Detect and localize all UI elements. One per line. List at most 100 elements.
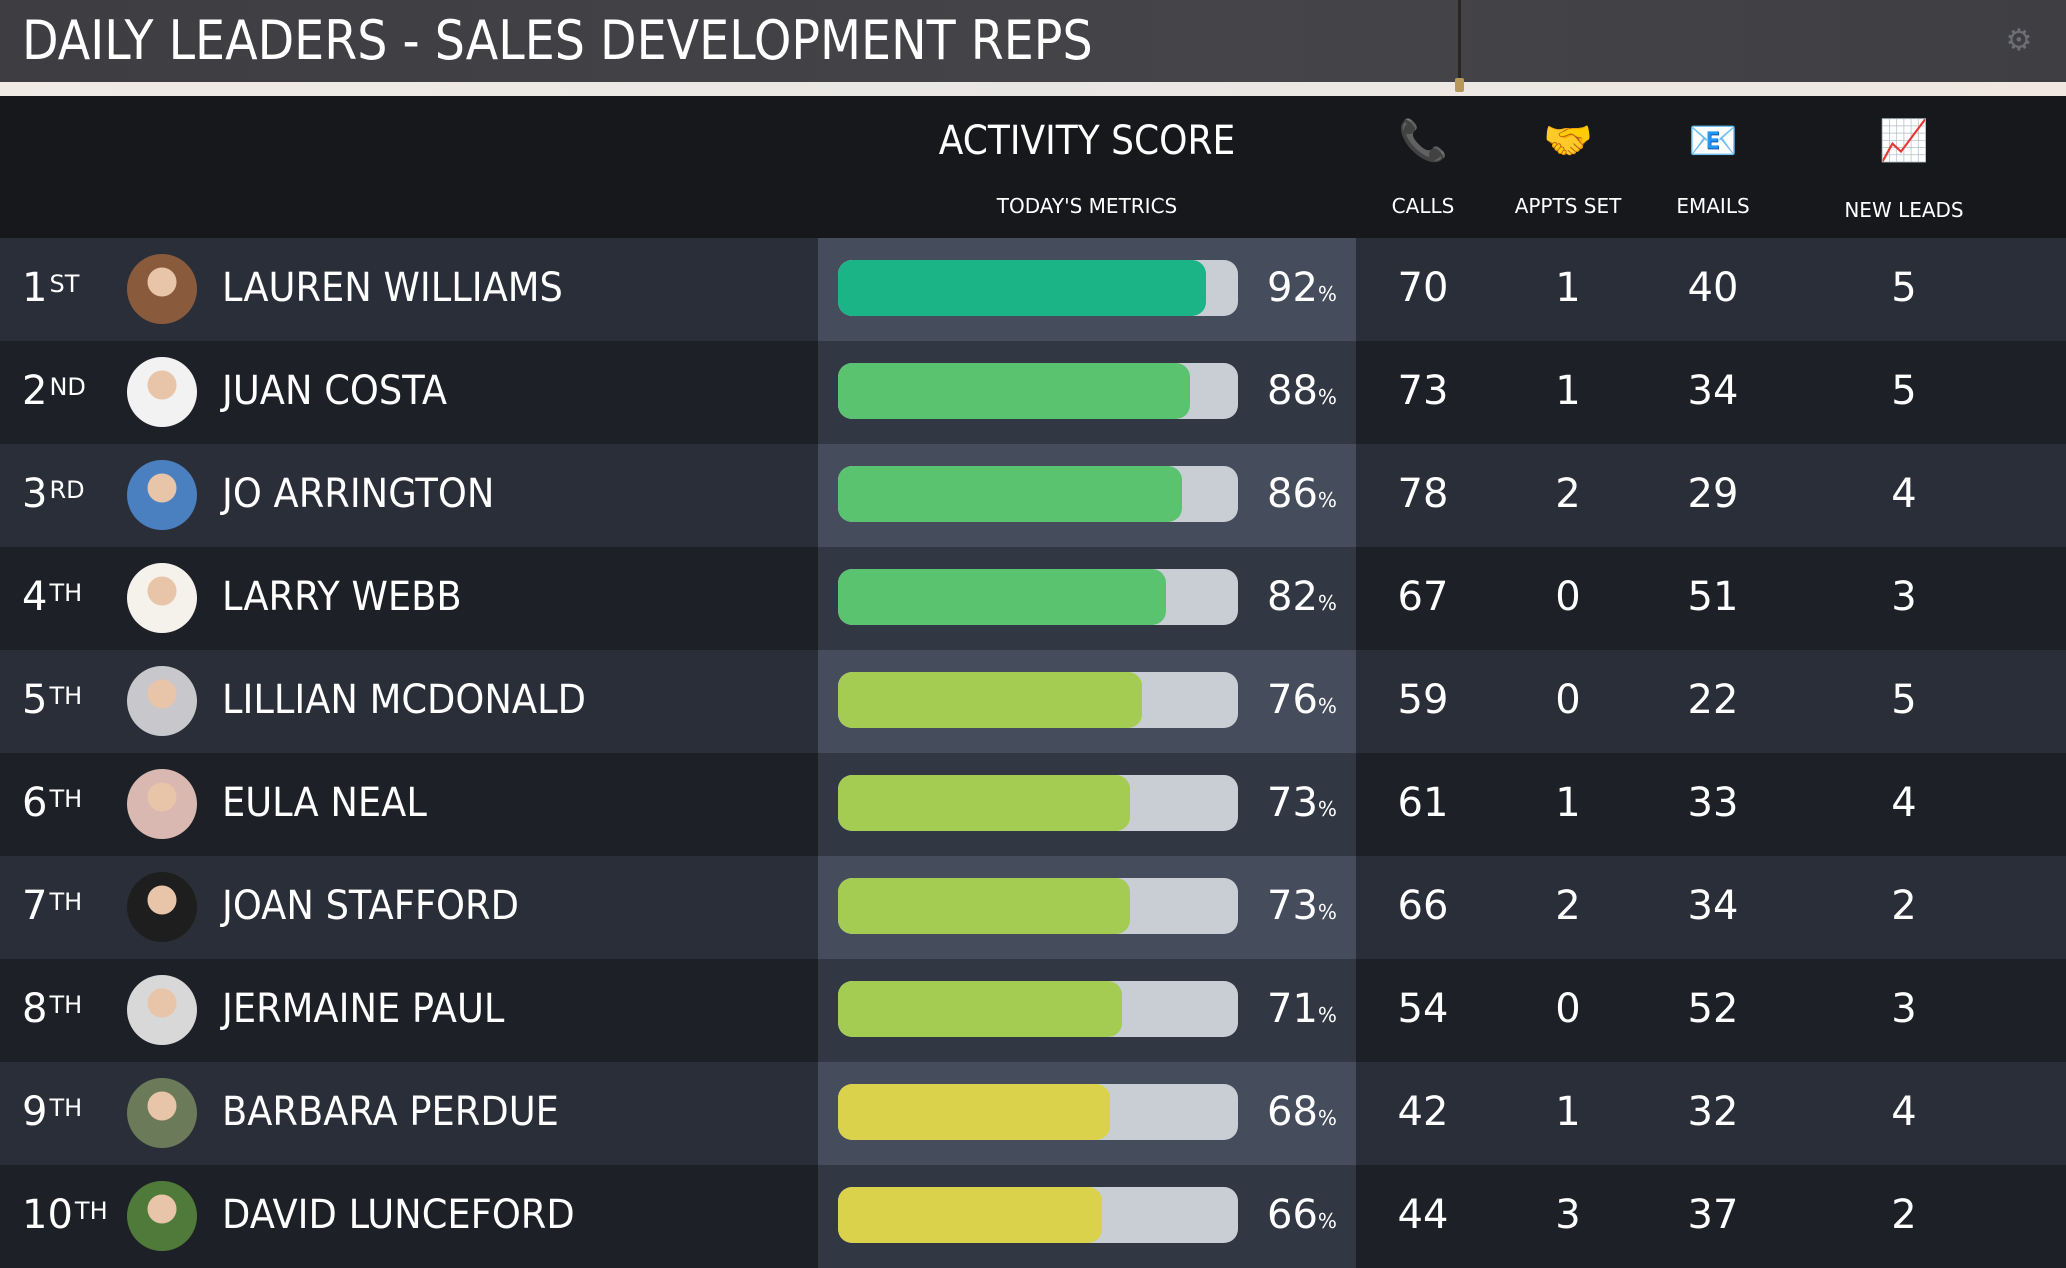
rep-name: JUAN COSTA [222, 368, 448, 414]
rep-name: EULA NEAL [222, 780, 427, 826]
column-header-emails[interactable]: 📧 EMAILS [1628, 96, 1798, 238]
rank: 6TH [22, 775, 82, 831]
activity-score-percent: 88% [1267, 365, 1337, 423]
avatar[interactable] [127, 254, 197, 324]
rep-name: LAUREN WILLIAMS [222, 265, 563, 311]
new-leads-value: 4 [1891, 471, 1917, 517]
activity-score-bar [838, 981, 1238, 1037]
activity-score-percent: 73% [1267, 880, 1337, 938]
score-value: 92 [1267, 265, 1318, 311]
rank: 9TH [22, 1084, 82, 1140]
rank: 8TH [22, 981, 82, 1037]
activity-score-percent: 76% [1267, 674, 1337, 732]
chart-increasing-icon: 📈 [1879, 118, 1929, 164]
rank-suffix: ST [49, 270, 80, 298]
activity-score-bar [838, 878, 1238, 934]
leader-row[interactable]: 4TH LARRY WEBB 82% 67 0 51 3 [0, 547, 2066, 650]
column-label: EMAILS [1676, 194, 1750, 218]
activity-score-percent: 68% [1267, 1086, 1337, 1144]
rank: 1ST [22, 260, 79, 316]
rank-suffix: TH [49, 682, 83, 710]
score-value: 71 [1267, 986, 1318, 1032]
score-value: 88 [1267, 368, 1318, 414]
leader-row[interactable]: 7TH JOAN STAFFORD 73% 66 2 34 2 [0, 856, 2066, 959]
rank-number: 3 [22, 471, 48, 517]
new-leads-value: 2 [1891, 1192, 1917, 1238]
emails-value: 52 [1687, 986, 1739, 1032]
rank: 7TH [22, 878, 82, 934]
activity-score-percent: 82% [1267, 571, 1337, 629]
activity-score-bar-fill [838, 878, 1130, 934]
rep-name: JERMAINE PAUL [222, 986, 505, 1032]
leader-row[interactable]: 1ST LAUREN WILLIAMS 92% 70 1 40 5 [0, 238, 2066, 341]
background-tower-tip [1455, 78, 1464, 92]
rank-number: 8 [22, 986, 48, 1032]
activity-score-bar [838, 1187, 1238, 1243]
rank-number: 9 [22, 1089, 48, 1135]
rank: 2ND [22, 363, 86, 419]
avatar[interactable] [127, 1078, 197, 1148]
new-leads-value: 4 [1891, 780, 1917, 826]
avatar[interactable] [127, 563, 197, 633]
title-bar: DAILY LEADERS - SALES DEVELOPMENT REPS ⚙ [0, 0, 2066, 82]
rank-number: 7 [22, 883, 48, 929]
activity-score-bar [838, 363, 1238, 419]
rank-number: 1 [22, 265, 48, 311]
rep-name: DAVID LUNCEFORD [222, 1192, 575, 1238]
new-leads-value: 3 [1891, 574, 1917, 620]
activity-score-bar-fill [838, 260, 1206, 316]
activity-score-bar-fill [838, 1187, 1102, 1243]
avatar[interactable] [127, 357, 197, 427]
new-leads-value: 5 [1891, 368, 1917, 414]
new-leads-value: 5 [1891, 265, 1917, 311]
emails-value: 34 [1687, 368, 1739, 414]
column-header-new-leads[interactable]: 📈 NEW LEADS [1819, 96, 1989, 238]
rank-number: 6 [22, 780, 48, 826]
todays-metrics-subheading: TODAY'S METRICS [996, 194, 1178, 218]
rep-name: LILLIAN MCDONALD [222, 677, 586, 723]
activity-score-percent: 66% [1267, 1189, 1337, 1247]
score-value: 73 [1267, 883, 1318, 929]
score-value: 68 [1267, 1089, 1318, 1135]
rank-suffix: TH [49, 785, 83, 813]
percent-sign: % [1317, 900, 1337, 924]
leader-row[interactable]: 8TH JERMAINE PAUL 71% 54 0 52 3 [0, 959, 2066, 1062]
activity-score-bar-fill [838, 569, 1166, 625]
avatar[interactable] [127, 460, 197, 530]
leader-row[interactable]: 6TH EULA NEAL 73% 61 1 33 4 [0, 753, 2066, 856]
avatar[interactable] [127, 975, 197, 1045]
activity-score-bar-fill [838, 1084, 1110, 1140]
table-header: ACTIVITY SCORE TODAY'S METRICS 📞 CALLS 🤝… [0, 96, 2066, 238]
percent-sign: % [1317, 1106, 1337, 1130]
avatar[interactable] [127, 666, 197, 736]
leader-row[interactable]: 10TH DAVID LUNCEFORD 66% 44 3 37 2 [0, 1165, 2066, 1268]
score-value: 66 [1267, 1192, 1318, 1238]
score-value: 73 [1267, 780, 1318, 826]
avatar[interactable] [127, 1181, 197, 1251]
rank: 5TH [22, 672, 82, 728]
percent-sign: % [1317, 694, 1337, 718]
rank-suffix: TH [49, 579, 83, 607]
avatar[interactable] [127, 769, 197, 839]
emails-value: 37 [1687, 1192, 1739, 1238]
avatar[interactable] [127, 872, 197, 942]
activity-score-percent: 73% [1267, 777, 1337, 835]
rank-number: 2 [22, 368, 48, 414]
emails-value: 32 [1687, 1089, 1739, 1135]
page-title: DAILY LEADERS - SALES DEVELOPMENT REPS [22, 9, 1093, 72]
activity-score-bar [838, 1084, 1238, 1140]
emails-value: 40 [1687, 265, 1739, 311]
activity-score-bar [838, 672, 1238, 728]
rank-number: 5 [22, 677, 48, 723]
rank-suffix: TH [49, 1094, 83, 1122]
rank-suffix: TH [49, 888, 83, 916]
score-value: 82 [1267, 574, 1318, 620]
background-strip [0, 82, 2066, 96]
leader-row[interactable]: 5TH LILLIAN MCDONALD 76% 59 0 22 5 [0, 650, 2066, 753]
leader-row[interactable]: 9TH BARBARA PERDUE 68% 42 1 32 4 [0, 1062, 2066, 1165]
leader-row[interactable]: 2ND JUAN COSTA 88% 73 1 34 5 [0, 341, 2066, 444]
rank: 4TH [22, 569, 82, 625]
emails-value: 34 [1687, 883, 1739, 929]
gear-icon[interactable]: ⚙ [2004, 26, 2034, 56]
leader-row[interactable]: 3RD JO ARRINGTON 86% 78 2 29 4 [0, 444, 2066, 547]
